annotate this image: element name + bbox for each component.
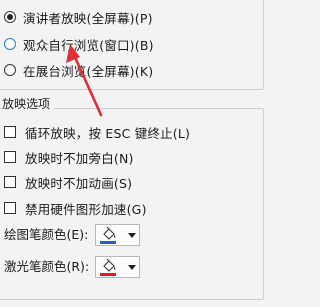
chevron-down-icon — [128, 264, 136, 270]
pen-color-button[interactable] — [95, 224, 140, 246]
pen-color-label: 绘图笔颜色(E): — [4, 227, 89, 242]
radio-button[interactable] — [4, 64, 16, 76]
checkbox-no-narration[interactable]: 放映时不加旁白(N) — [4, 147, 134, 167]
laser-color-label: 激光笔颜色(R): — [4, 259, 90, 274]
radio-button[interactable] — [4, 38, 16, 50]
checkbox-box[interactable] — [4, 176, 16, 188]
checkbox-disable-hw-accel-label: 禁用硬件图形加速(G) — [25, 201, 147, 217]
checkbox-no-narration-label: 放映时不加旁白(N) — [25, 150, 134, 166]
paint-bucket-icon — [100, 225, 120, 245]
show-options-title: 放映选项 — [2, 96, 55, 112]
radio-kiosk[interactable]: 在展台浏览(全屏幕)(K) — [4, 60, 153, 80]
radio-presenter[interactable]: 演讲者放映(全屏幕)(P) — [4, 7, 153, 27]
checkbox-box[interactable] — [4, 151, 16, 163]
radio-audience-window-label: 观众自行浏览(窗口)(B) — [23, 37, 154, 53]
radio-button-selected[interactable] — [4, 11, 16, 23]
checkbox-box[interactable] — [4, 202, 16, 214]
laser-color-button[interactable] — [95, 256, 140, 278]
laser-color-swatch — [100, 273, 116, 276]
paint-bucket-icon — [100, 257, 120, 277]
chevron-down-icon — [128, 232, 136, 238]
checkbox-loop[interactable]: 循环放映，按 ESC 键终止(L) — [4, 122, 190, 142]
radio-kiosk-label: 在展台浏览(全屏幕)(K) — [23, 63, 154, 79]
pen-color-swatch — [100, 241, 116, 244]
checkbox-box[interactable] — [4, 126, 16, 138]
set-up-show-dialog-fragment: 演讲者放映(全屏幕)(P) 观众自行浏览(窗口)(B) 在展台浏览(全屏幕)(K… — [0, 0, 270, 307]
checkbox-loop-label: 循环放映，按 ESC 键终止(L) — [25, 125, 191, 141]
checkbox-no-animation-label: 放映时不加动画(S) — [25, 175, 133, 191]
radio-presenter-label: 演讲者放映(全屏幕)(P) — [23, 10, 153, 26]
radio-audience-window[interactable]: 观众自行浏览(窗口)(B) — [4, 34, 154, 54]
checkbox-no-animation[interactable]: 放映时不加动画(S) — [4, 172, 132, 192]
checkbox-disable-hw-accel[interactable]: 禁用硬件图形加速(G) — [4, 198, 147, 218]
